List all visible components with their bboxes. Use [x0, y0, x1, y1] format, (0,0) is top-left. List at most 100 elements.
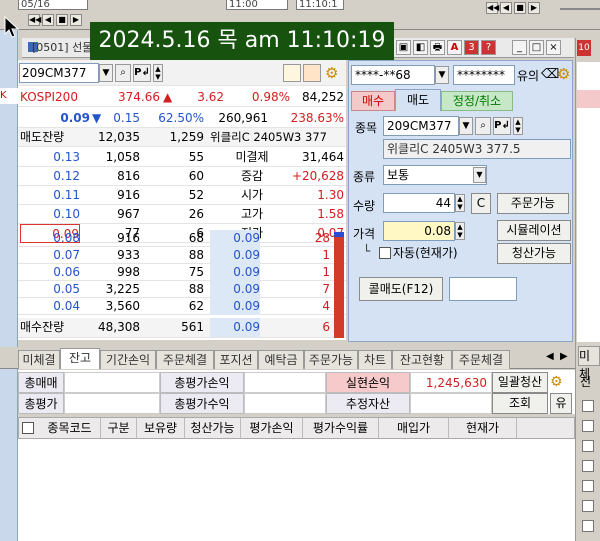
- tab-9[interactable]: 주문체결: [452, 350, 510, 369]
- code-input[interactable]: 209CM377: [19, 63, 99, 83]
- play-button-2[interactable]: ▶: [528, 2, 540, 14]
- tab-7[interactable]: 차트: [358, 350, 392, 369]
- minimize-button[interactable]: _: [512, 40, 527, 55]
- tab-6[interactable]: 주문가능: [304, 350, 358, 369]
- type-dropdown-icon[interactable]: ▼: [473, 167, 486, 183]
- code-dropdown-icon[interactable]: ▼: [99, 64, 113, 82]
- tab-1[interactable]: 잔고: [60, 348, 100, 369]
- liquidation-button[interactable]: 청산가능: [497, 243, 571, 264]
- settings-gear-icon[interactable]: ⚙: [325, 64, 343, 82]
- tab-5[interactable]: 예탁금: [258, 350, 304, 369]
- prev-button-2[interactable]: ◀: [500, 2, 512, 14]
- right-edge-checkbox-3[interactable]: [582, 440, 594, 452]
- spin-icon[interactable]: ▲ ▼: [153, 64, 163, 82]
- qty-stepper-icon[interactable]: ▲ ▼: [455, 194, 465, 212]
- grid-col-header[interactable]: 청산가능: [185, 418, 241, 439]
- tick-price: 0.09: [210, 247, 260, 264]
- tab-modify-cancel[interactable]: 정정/취소: [441, 91, 513, 111]
- right-edge-checkbox-2[interactable]: [582, 420, 594, 432]
- password-field[interactable]: ********: [453, 65, 515, 85]
- ask-row[interactable]: 0.13 1,058 55 미결제 31,464: [18, 148, 346, 167]
- c-button[interactable]: C: [471, 193, 491, 214]
- quantity-field[interactable]: 44: [383, 193, 455, 213]
- tab-sell[interactable]: 매도: [395, 89, 441, 111]
- item-name: 위클리C 2405W3 377: [210, 130, 327, 144]
- tab-4[interactable]: 포지션: [214, 350, 258, 369]
- tab-0[interactable]: 미체결: [18, 350, 60, 369]
- right-edge-checkbox-4[interactable]: [582, 460, 594, 472]
- rewind-button[interactable]: ◀◀: [28, 14, 41, 26]
- help-button[interactable]: ?: [481, 40, 496, 55]
- grid-col-header[interactable]: 평가손익: [241, 418, 303, 439]
- grid-col-header[interactable]: 평가수익률: [303, 418, 379, 439]
- right-edge-checkbox-6[interactable]: [582, 500, 594, 512]
- stop-button[interactable]: ■: [56, 14, 68, 26]
- memo-icon[interactable]: [283, 64, 301, 82]
- caution-label: 유의: [517, 69, 540, 83]
- price-stepper-icon[interactable]: ▲ ▼: [455, 222, 465, 240]
- rewind-button-2[interactable]: ◀◀: [486, 2, 499, 14]
- ask-row[interactable]: 0.12 816 60 증감 +20,628: [18, 167, 346, 186]
- bid-row[interactable]: 0.04 3,560 62 0.09 4: [18, 298, 346, 315]
- select-all-checkbox[interactable]: [22, 422, 34, 434]
- ask-qty: 967: [117, 207, 140, 221]
- bid-row[interactable]: 0.07 933 88 0.09 1: [18, 247, 346, 264]
- bid-row[interactable]: 0.05 3,225 88 0.09 7: [18, 281, 346, 298]
- account-number-field[interactable]: ****-**68: [351, 65, 435, 85]
- extra-button[interactable]: 유: [550, 393, 572, 414]
- order-settings-icon[interactable]: ⚙: [557, 65, 573, 83]
- toolbar-print-button[interactable]: 🖶: [430, 40, 445, 55]
- enter-icon[interactable]: P↲: [133, 64, 151, 82]
- right-edge-tab[interactable]: 미체: [578, 346, 600, 381]
- search-icon[interactable]: ⌕: [115, 64, 131, 82]
- prev-button[interactable]: ◀: [42, 14, 54, 26]
- bid-row[interactable]: 0.08 916 68 0.09 28: [18, 230, 346, 247]
- right-edge-checkbox-1[interactable]: [582, 400, 594, 412]
- grid-col-header[interactable]: 보유량: [137, 418, 185, 439]
- call-sell-button[interactable]: 콜매도(F12): [359, 277, 443, 301]
- right-edge-checkbox-7[interactable]: [582, 520, 594, 532]
- inquiry-button[interactable]: 조회: [492, 393, 548, 414]
- grid-col-header[interactable]: 매입가: [379, 418, 449, 439]
- item-spin-icon[interactable]: ▲ ▼: [513, 117, 523, 135]
- order-type-select[interactable]: 보통: [383, 165, 487, 185]
- summary-gear-icon[interactable]: ⚙: [550, 373, 568, 391]
- toolbar-split-button[interactable]: ◧: [413, 40, 428, 55]
- toolbar-a-button[interactable]: A: [447, 40, 462, 55]
- grid-col-header[interactable]: 구분: [101, 418, 137, 439]
- close-button[interactable]: ×: [546, 40, 561, 55]
- ask-row[interactable]: 0.10 967 26 고가 1.58: [18, 205, 346, 224]
- right-edge-radio[interactable]: 전: [580, 373, 591, 390]
- simulation-button[interactable]: 시뮬레이션: [497, 220, 571, 241]
- maximize-button[interactable]: □: [529, 40, 544, 55]
- ask-row[interactable]: 0.11 916 52 시가 1.30: [18, 186, 346, 205]
- grid-col-header[interactable]: 종목코드: [39, 418, 101, 439]
- account-dropdown-icon[interactable]: ▼: [435, 66, 449, 84]
- tick-price: 0.09: [210, 264, 260, 281]
- tab-scroll-right-icon[interactable]: ▶: [560, 351, 568, 362]
- bid-row[interactable]: 0.06 998 75 0.09 1: [18, 264, 346, 281]
- tab-buy[interactable]: 매수: [351, 91, 395, 111]
- right-edge-checkbox-5[interactable]: [582, 480, 594, 492]
- tab-scroll-left-icon[interactable]: ◀: [546, 351, 554, 362]
- date-field: 05/16: [18, 0, 88, 10]
- play-button[interactable]: ▶: [70, 14, 82, 26]
- auto-price-checkbox[interactable]: [379, 247, 391, 259]
- item-search-icon[interactable]: ⌕: [475, 117, 491, 135]
- tab-8[interactable]: 잔고현황: [392, 350, 452, 369]
- price-field[interactable]: 0.08: [383, 221, 455, 241]
- toolbar-window-button[interactable]: ▣: [396, 40, 411, 55]
- toolbar-3-button[interactable]: 3: [464, 40, 479, 55]
- item-dropdown-icon[interactable]: ▼: [459, 117, 473, 135]
- eraser-icon[interactable]: ⌫: [541, 67, 559, 83]
- bulk-liquidation-button[interactable]: 일괄청산: [492, 372, 548, 393]
- item-code-field[interactable]: 209CM377: [383, 116, 459, 136]
- item-enter-icon[interactable]: P↲: [493, 117, 511, 135]
- volume-slider[interactable]: [560, 8, 600, 10]
- tab-3[interactable]: 주문체결: [156, 350, 214, 369]
- orderable-button[interactable]: 주문가능: [497, 193, 569, 214]
- copy-icon[interactable]: [303, 64, 321, 82]
- grid-col-header[interactable]: 현재가: [449, 418, 517, 439]
- tab-2[interactable]: 기간손익: [100, 350, 156, 369]
- stop-button-2[interactable]: ■: [514, 2, 526, 14]
